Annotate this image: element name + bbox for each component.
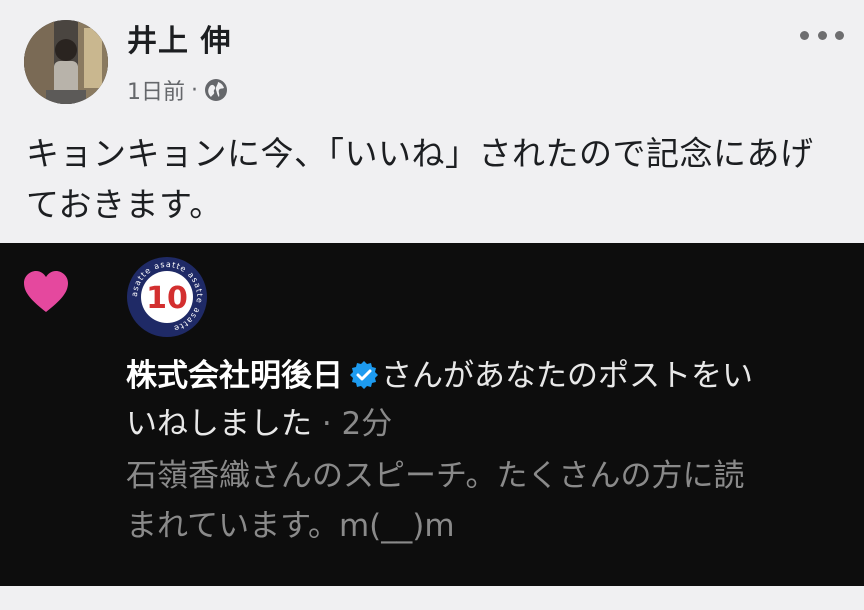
more-dot (835, 30, 844, 40)
more-dot (800, 30, 809, 40)
post-header: 井上 伸 1日前 · (0, 0, 864, 120)
post-body: キョンキョンに今、「いいね」されたので記念にあげ ておきます。 (26, 128, 826, 230)
meta-separator: · (191, 77, 198, 103)
brand-logo[interactable]: asatte asatte asatte asatte 10 (126, 256, 208, 338)
globe-icon (204, 78, 228, 102)
more-horizontal-icon[interactable] (800, 20, 844, 50)
org-name[interactable]: 株式会社明後日 (126, 358, 343, 394)
notification-text: 株式会社明後日 さんがあなたのポストをいいねしました · 2分 (126, 352, 826, 448)
more-dot (817, 30, 827, 40)
preview-line: 石嶺香織さんのスピーチ。たくさんの方に読 (126, 458, 745, 494)
notification-preview: 石嶺香織さんのスピーチ。たくさんの方に読 まれています。m(__)m (126, 451, 826, 551)
notification-action: さんがあなたのポストをい (381, 358, 753, 394)
author-name[interactable]: 井上 伸 (127, 16, 231, 60)
verified-badge-icon (349, 356, 379, 389)
avatar-image (24, 20, 108, 104)
heart-icon (22, 270, 70, 314)
notification-time: · 2分 (312, 406, 393, 442)
avatar[interactable] (24, 20, 108, 104)
reactions-bar (0, 586, 864, 610)
post-time[interactable]: 1日前 (127, 74, 185, 106)
notification-action-cont: いねしました (126, 406, 312, 442)
post-text-line: ておきます。 (26, 185, 223, 224)
logo-number: 10 (146, 281, 188, 316)
post-text-line: キョンキョンに今、「いいね」されたので記念にあげ (26, 134, 814, 173)
preview-line: まれています。m(__)m (126, 508, 455, 544)
post-meta: 1日前 · (127, 74, 228, 106)
